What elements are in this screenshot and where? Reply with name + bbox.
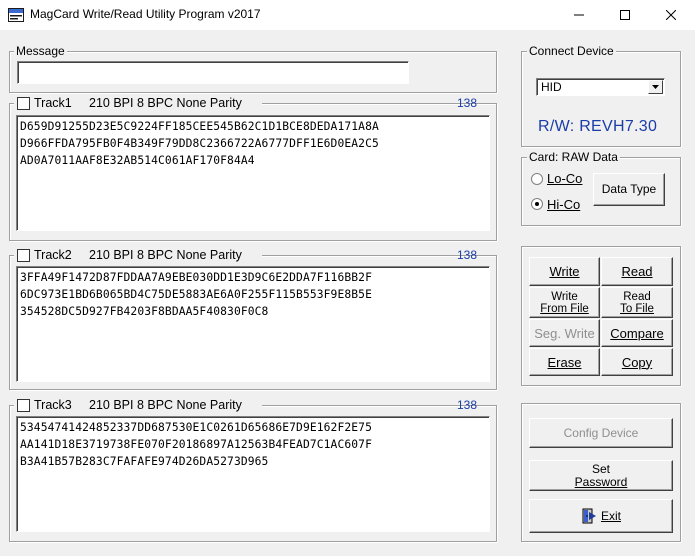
exit-button[interactable]: Exit xyxy=(529,499,673,533)
write-from-file-button[interactable]: Write From File xyxy=(529,287,600,318)
set-password-line1: Set xyxy=(591,461,610,476)
track2-name: Track2 xyxy=(34,248,72,262)
track3-count: 138 xyxy=(457,398,478,412)
track1-name: Track1 xyxy=(34,96,72,110)
erase-button[interactable]: Erase xyxy=(529,348,600,376)
minimize-button[interactable] xyxy=(556,0,602,30)
dropdown-arrow-button[interactable] xyxy=(648,80,663,94)
track1-count: 138 xyxy=(457,96,478,110)
write-button[interactable]: Write xyxy=(529,257,600,286)
track1-info: 210 BPI 8 BPC None Parity xyxy=(89,96,242,110)
set-password-line2: Password xyxy=(574,474,628,489)
loco-label-text: Lo-Co xyxy=(547,171,583,186)
exit-icon xyxy=(581,508,597,524)
write-from-file-line2: From File xyxy=(540,302,589,315)
config-device-button-label: Config Device xyxy=(563,425,639,440)
compare-button[interactable]: Compare xyxy=(601,319,673,347)
window-title: MagCard Write/Read Utility Program v2017 xyxy=(30,7,261,21)
copy-button-label: Copy xyxy=(621,354,653,370)
hico-radio[interactable] xyxy=(531,198,543,210)
minimize-icon xyxy=(574,14,584,16)
read-to-file-button[interactable]: Read To File xyxy=(601,287,673,318)
write-button-label: Write xyxy=(549,264,580,279)
read-to-file-line1: Read xyxy=(623,290,651,303)
set-password-button[interactable]: Set Password xyxy=(529,460,673,491)
exit-button-label: Exit xyxy=(600,508,621,523)
data-type-button-label: Data Type xyxy=(601,182,657,196)
compare-button-label: Compare xyxy=(610,325,664,341)
track1-checkbox[interactable] xyxy=(17,97,30,110)
app-icon xyxy=(8,8,24,22)
read-button[interactable]: Read xyxy=(601,257,673,286)
read-to-file-line2: To File xyxy=(620,302,654,315)
message-label: Message xyxy=(14,44,67,58)
track2-data-field[interactable]: 3FFA49F1472D87FDDAA7A9EBE030DD1E3D9C6E2D… xyxy=(16,266,490,382)
track3-data-field[interactable]: 53454741424852337DD687530E1C0261D65686E7… xyxy=(16,416,490,532)
hico-label-text: Hi-Co xyxy=(547,197,581,212)
chevron-down-icon xyxy=(652,85,659,89)
message-field[interactable] xyxy=(17,61,409,84)
track3-info: 210 BPI 8 BPC None Parity xyxy=(89,398,242,412)
maximize-button[interactable] xyxy=(602,0,648,30)
hico-label: Hi-Co xyxy=(547,197,580,212)
track3-checkbox[interactable] xyxy=(17,399,30,412)
read-button-label: Read xyxy=(621,264,653,279)
write-from-file-line1: Write xyxy=(551,290,578,303)
track1-data-field[interactable]: D659D91255D23E5C9224FF185CEE545B62C1D1BC… xyxy=(16,115,490,231)
erase-button-label: Erase xyxy=(547,354,582,370)
card-type-label: Card: RAW Data xyxy=(527,150,620,164)
title-bar: MagCard Write/Read Utility Program v2017 xyxy=(0,0,695,30)
config-device-button[interactable]: Config Device xyxy=(529,418,673,448)
device-select[interactable]: HID xyxy=(536,78,665,96)
loco-radio[interactable] xyxy=(531,173,543,185)
firmware-version: R/W: REVH7.30 xyxy=(538,118,658,135)
close-icon xyxy=(666,10,676,20)
track2-checkbox[interactable] xyxy=(17,249,30,262)
copy-button[interactable]: Copy xyxy=(601,348,673,376)
device-select-value: HID xyxy=(541,80,562,94)
track3-name: Track3 xyxy=(34,398,72,412)
track2-info: 210 BPI 8 BPC None Parity xyxy=(89,248,242,262)
seg-write-button[interactable]: Seg. Write xyxy=(529,319,600,347)
close-button[interactable] xyxy=(648,0,694,30)
connect-device-label: Connect Device xyxy=(527,44,616,58)
data-type-button[interactable]: Data Type xyxy=(593,173,665,206)
maximize-icon xyxy=(620,10,630,20)
track2-count: 138 xyxy=(457,248,478,262)
loco-label: Lo-Co xyxy=(547,171,582,186)
seg-write-button-label: Seg. Write xyxy=(534,325,595,341)
